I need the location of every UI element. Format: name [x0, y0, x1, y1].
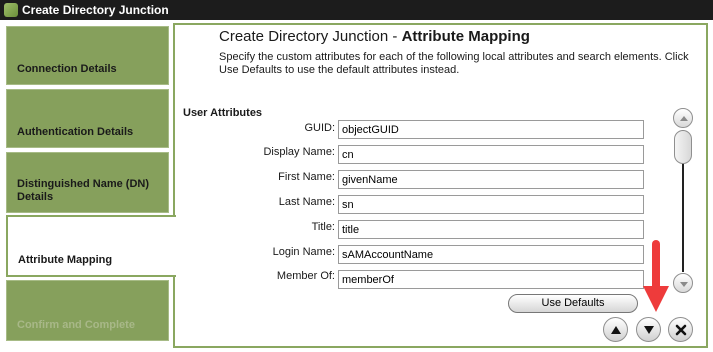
step-label: Attribute Mapping — [18, 254, 113, 266]
guid-field[interactable] — [338, 120, 644, 139]
display-name-label: Display Name: — [263, 146, 335, 158]
scroll-thumb[interactable] — [674, 130, 692, 164]
step-label: Distinguished Name (DN) Details — [17, 178, 150, 203]
step-label: Authentication Details — [17, 126, 134, 138]
step-confirm-and-complete: Confirm and Complete — [6, 280, 169, 341]
chevron-down-icon — [680, 282, 688, 287]
guid-label: GUID: — [304, 122, 335, 134]
step-label: Connection Details — [17, 63, 117, 75]
member-of-label: Member Of: — [276, 270, 335, 282]
step-dn-details[interactable]: Distinguished Name (DN) Details — [6, 152, 169, 213]
window-title: Create Directory Junction — [22, 3, 169, 17]
title-bar: Create Directory Junction — [0, 0, 713, 20]
page-title-suffix: Attribute Mapping — [401, 28, 530, 45]
intro-text: Specify the custom attributes for each o… — [219, 51, 689, 76]
step-attribute-mapping[interactable]: Attribute Mapping — [6, 215, 176, 277]
step-connection-details[interactable]: Connection Details — [6, 26, 169, 85]
triangle-up-icon — [611, 326, 621, 334]
member-of-field[interactable] — [338, 270, 644, 289]
vertical-scrollbar[interactable] — [672, 108, 694, 294]
step-label: Confirm and Complete — [17, 319, 135, 331]
close-icon — [675, 324, 687, 336]
page-title-prefix: Create Directory Junction — [219, 28, 389, 45]
scroll-down-button[interactable] — [673, 273, 693, 293]
login-name-field[interactable] — [338, 245, 644, 264]
title-field[interactable] — [338, 220, 644, 239]
use-defaults-button[interactable]: Use Defaults — [508, 294, 638, 313]
scroll-up-button[interactable] — [673, 108, 693, 128]
triangle-down-icon — [644, 326, 654, 334]
display-name-field[interactable] — [338, 145, 644, 164]
section-title: User Attributes — [183, 107, 263, 119]
red-arrow-icon — [643, 240, 669, 312]
next-button[interactable] — [636, 317, 661, 342]
first-name-label: First Name: — [278, 171, 335, 183]
title-label: Title: — [311, 221, 335, 233]
last-name-field[interactable] — [338, 195, 644, 214]
last-name-label: Last Name: — [278, 196, 335, 208]
chevron-up-icon — [680, 116, 688, 121]
back-button[interactable] — [603, 317, 628, 342]
app-logo-icon — [4, 3, 18, 17]
close-button[interactable] — [668, 317, 693, 342]
login-name-label: Login Name: — [272, 246, 335, 258]
page-title: Create Directory Junction - Attribute Ma… — [219, 28, 530, 45]
first-name-field[interactable] — [338, 170, 644, 189]
step-authentication-details[interactable]: Authentication Details — [6, 89, 169, 148]
